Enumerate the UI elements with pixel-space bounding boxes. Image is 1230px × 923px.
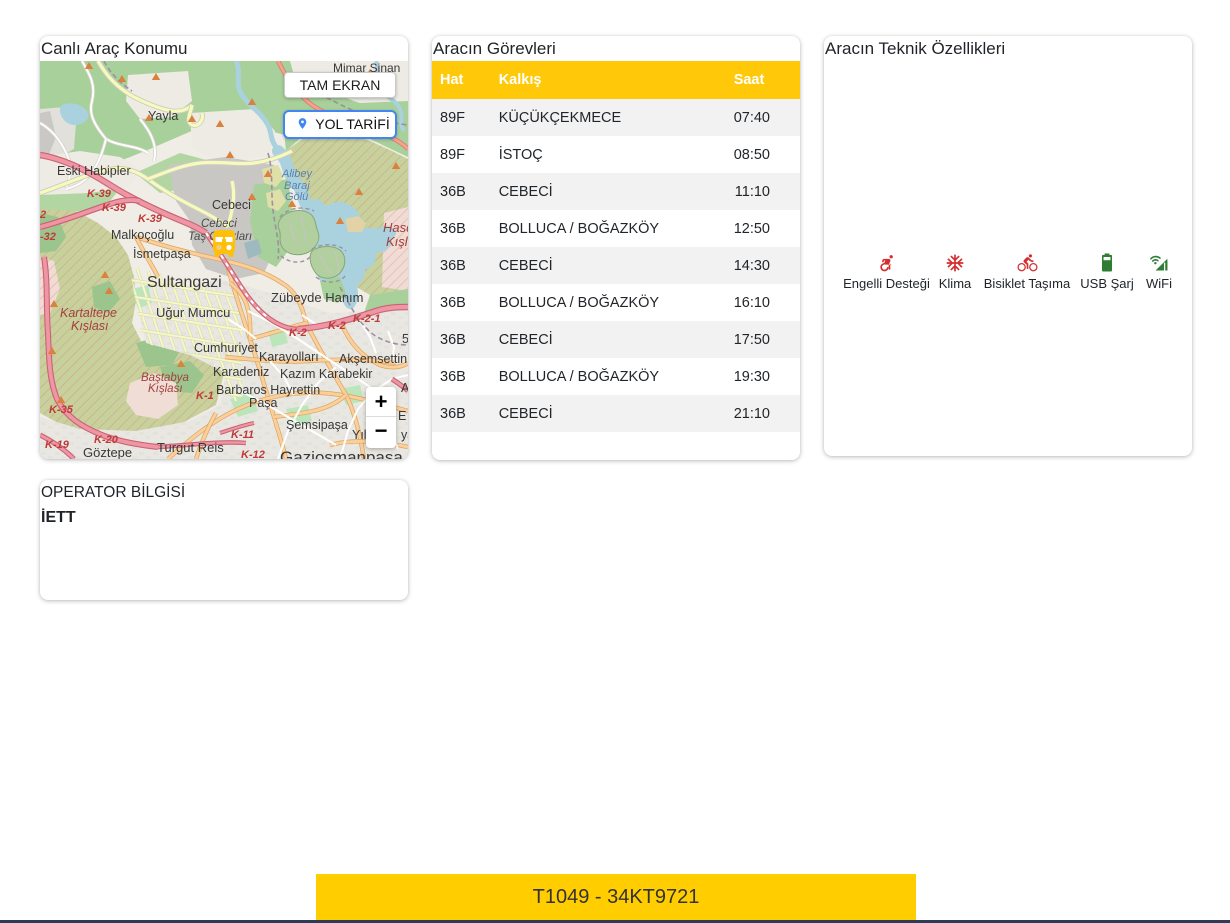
svg-text:K-39: K-39 — [87, 188, 112, 200]
svg-text:Cebeci: Cebeci — [201, 218, 237, 230]
svg-text:Kışlası: Kışlası — [148, 383, 183, 395]
svg-text:Akşemsettin: Akşemsettin — [339, 352, 407, 366]
svg-text:Cebeci: Cebeci — [212, 198, 251, 212]
svg-text:Karadeniz: Karadeniz — [213, 365, 269, 379]
svg-text:Kışla: Kışla — [386, 234, 408, 249]
svg-text:K-39: K-39 — [102, 202, 127, 214]
svg-text:2: 2 — [40, 209, 46, 221]
svg-text:Turgut Reis: Turgut Reis — [157, 440, 224, 455]
svg-text:Göztepe: Göztepe — [83, 445, 132, 459]
svg-text:K-12: K-12 — [241, 449, 265, 459]
svg-text:5.: 5. — [402, 332, 408, 346]
svg-text:ya: ya — [401, 428, 408, 442]
svg-text:K-19: K-19 — [45, 439, 70, 451]
svg-text:Gaziosmanpaşa: Gaziosmanpaşa — [280, 448, 403, 459]
svg-text:Yayla: Yayla — [148, 109, 178, 123]
svg-text:Şemsipaşa: Şemsipaşa — [286, 418, 348, 432]
svg-text:Uğur Mumcu: Uğur Mumcu — [156, 305, 230, 320]
svg-text:K-2: K-2 — [289, 327, 307, 339]
svg-text:A: A — [401, 381, 408, 395]
svg-text:Yıl: Yıl — [352, 428, 367, 442]
svg-text:Gölü: Gölü — [285, 191, 308, 203]
svg-text:Sultangazi: Sultangazi — [147, 274, 222, 291]
svg-text:K-11: K-11 — [231, 429, 254, 441]
svg-text:Zübeyde Hanım: Zübeyde Hanım — [271, 290, 364, 305]
svg-text:K-1: K-1 — [196, 390, 214, 402]
svg-text:Hasd: Hasd — [383, 220, 408, 235]
svg-text:K-2-1: K-2-1 — [353, 313, 381, 325]
svg-text:E: E — [398, 409, 406, 423]
svg-text:Kartaltepe: Kartaltepe — [60, 306, 117, 320]
svg-text:Karayolları: Karayolları — [259, 350, 319, 364]
svg-text:Barbaros Hayrettin: Barbaros Hayrettin — [216, 383, 320, 397]
svg-text:Paşa: Paşa — [249, 396, 278, 410]
svg-text:Kışlası: Kışlası — [71, 319, 109, 333]
svg-text:K-39: K-39 — [138, 213, 163, 225]
svg-text:Kazım Karabekir: Kazım Karabekir — [280, 367, 372, 381]
svg-text:K-20: K-20 — [94, 434, 119, 446]
svg-text:Malkoçoğlu: Malkoçoğlu — [111, 228, 174, 242]
svg-text:Eski Habipler: Eski Habipler — [57, 164, 131, 178]
svg-text:Alibey: Alibey — [281, 168, 313, 180]
svg-text:Cumhuriyet: Cumhuriyet — [194, 341, 258, 355]
svg-text:İsmetpaşa: İsmetpaşa — [133, 247, 191, 261]
svg-text:K-2: K-2 — [328, 320, 346, 332]
svg-text:K-35: K-35 — [49, 404, 74, 416]
svg-text:-32: -32 — [40, 231, 56, 243]
